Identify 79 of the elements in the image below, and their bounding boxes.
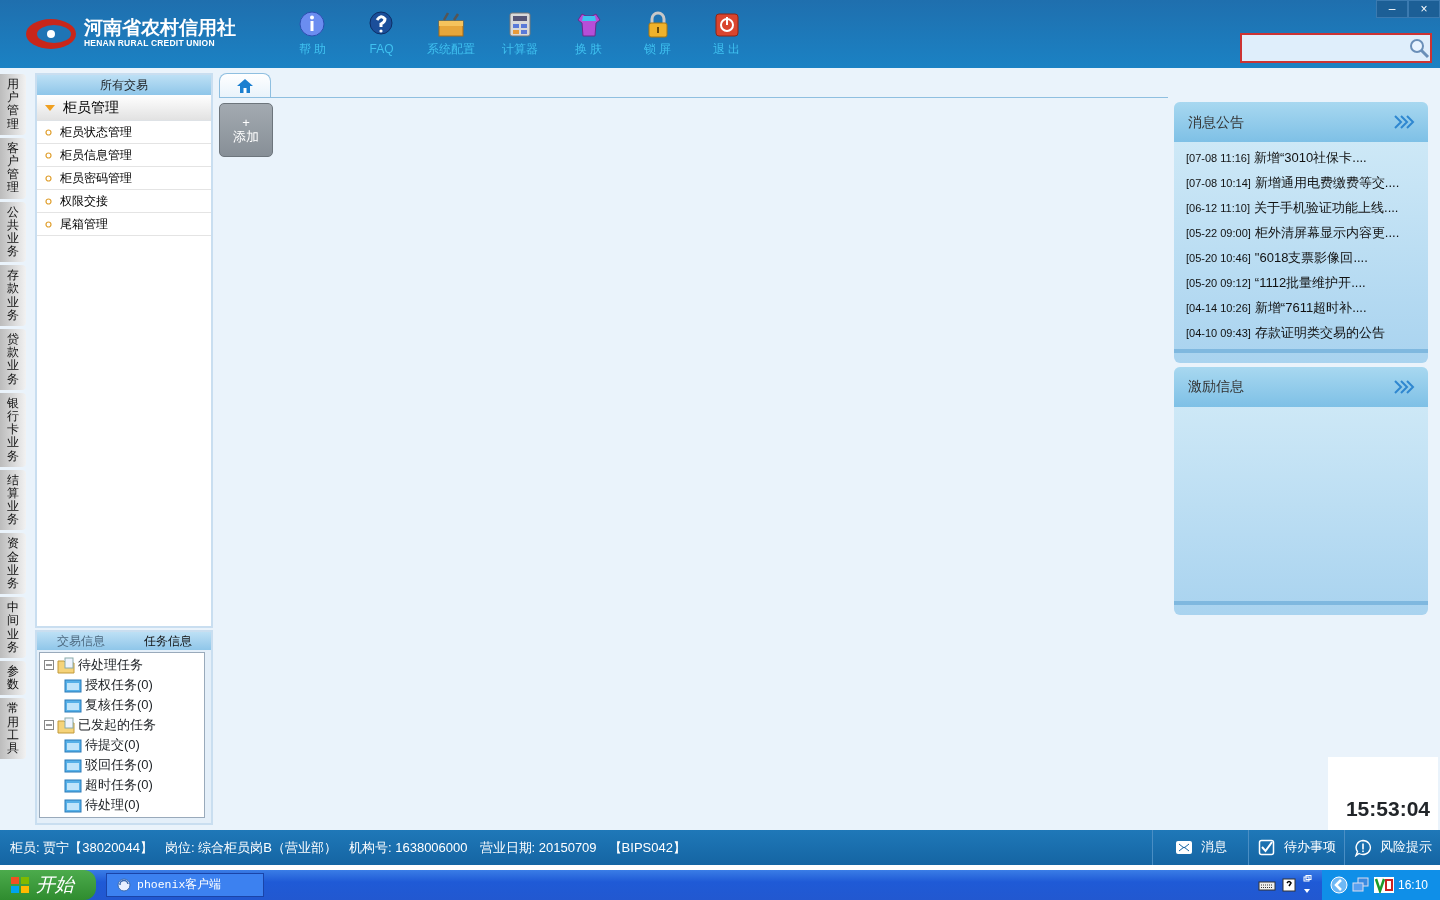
notice-link[interactable]: [05-22 09:00] 柜外清屏幕显示内容更.... [1174, 220, 1428, 246]
notice-link[interactable]: [04-14 10:26] 新增“7611超时补.... [1174, 295, 1428, 321]
tree-node[interactable]: 超时任务(0) [85, 775, 153, 795]
notice-link[interactable]: [07-08 10:14] 新增通用电费缴费等交.... [1174, 170, 1428, 196]
home-icon [236, 77, 254, 94]
side-tab[interactable]: 资金业务 [0, 533, 26, 595]
folder-icon [64, 696, 82, 714]
home-tab[interactable] [219, 73, 271, 97]
notice-link[interactable]: [04-10 09:43] 存款证明类交易的公告 [1174, 320, 1428, 346]
logo-emblem-icon [24, 17, 78, 51]
chevrons-icon [1394, 379, 1416, 394]
windows-flag-icon [10, 876, 30, 894]
menu-group[interactable]: 柜员管理 [37, 95, 211, 121]
folder-icon [64, 756, 82, 774]
logo-subtitle: HENAN RURAL CREDIT UNION [84, 37, 216, 50]
logo-title: 河南省农村信用社 [84, 18, 236, 38]
folder-icon [64, 736, 82, 754]
close-button[interactable]: × [1408, 0, 1440, 18]
tree-node[interactable]: 待处理(0) [85, 795, 140, 815]
folder-icon [64, 796, 82, 814]
folder-icon [64, 676, 82, 694]
side-tab[interactable]: 客户管理 [0, 137, 26, 199]
info-icon [297, 10, 328, 40]
side-tab[interactable]: 参数 [0, 660, 26, 696]
envelope-icon [1174, 838, 1193, 857]
bullet-icon [45, 151, 52, 159]
panel-title: 消息公告 [1188, 112, 1244, 132]
tree-node[interactable]: 驳回任务(0) [85, 755, 153, 775]
status-text: 岗位: 综合柜员岗B（营业部） [165, 838, 337, 857]
side-tab[interactable]: 贷款业务 [0, 329, 26, 390]
tree-node[interactable]: 已发起的任务 [78, 715, 156, 735]
tray-clock: 16:10 [1397, 877, 1428, 894]
status-text: 营业日期: 20150709 [479, 838, 597, 857]
tree-node[interactable]: 授权任务(0) [85, 675, 153, 695]
bullet-icon [45, 174, 52, 182]
folder-icon [64, 776, 82, 794]
bullet-icon [45, 128, 52, 136]
tree-node[interactable]: 待处理任务 [78, 655, 143, 675]
start-button[interactable]: 开始 [0, 870, 96, 900]
tab[interactable]: 任务信息 [124, 632, 211, 650]
taskbar-item[interactable]: phoenix客户端 [106, 873, 264, 897]
search-field[interactable] [1240, 33, 1432, 63]
bullet-icon [45, 220, 52, 228]
side-tab[interactable]: 银行卡业务 [0, 392, 26, 467]
folder-icon [57, 656, 75, 674]
chevrons-icon [1394, 115, 1416, 129]
globe-icon [117, 878, 131, 892]
notice-link[interactable]: [05-20 10:46] "6018支票影像回.... [1174, 245, 1428, 271]
tree-node[interactable]: 待提交(0) [85, 735, 140, 755]
panel-header: 所有交易 [37, 75, 211, 95]
toolbox-icon [435, 10, 466, 40]
antivirus-icon [1373, 877, 1394, 893]
language-bar-icon [1301, 875, 1312, 895]
side-tab[interactable]: 公共业务 [0, 201, 26, 263]
status-text: 机构号: 1638006000 [349, 838, 468, 857]
notice-link[interactable]: [06-12 11:10] 关于手机验证功能上线.... [1174, 195, 1428, 221]
network-icon [1351, 877, 1370, 893]
notice-link[interactable]: [07-08 11:16] 新增“3010社保卡.... [1174, 145, 1428, 171]
chevron-left-icon [1329, 876, 1348, 894]
side-tab[interactable]: 用户管理 [0, 74, 26, 135]
side-tab[interactable]: 中间业务 [0, 597, 26, 658]
clock: 15:53:04 [1327, 756, 1438, 830]
speech-bubble-icon [1353, 838, 1372, 857]
side-tab[interactable]: 常用工具 [0, 698, 26, 760]
side-tab[interactable]: 结算业务 [0, 469, 26, 531]
status-text: 柜员: 贾宁【38020044】 [10, 838, 154, 857]
tab[interactable]: 交易信息 [37, 632, 124, 650]
tree-node[interactable]: 复核任务(0) [85, 695, 153, 715]
notice-link[interactable]: [05-20 09:12] “1112批量维护开.... [1174, 270, 1428, 296]
bullet-icon [45, 197, 52, 205]
search-icon [1408, 37, 1430, 59]
side-tab[interactable]: 存款业务 [0, 265, 26, 326]
panel-title: 激励信息 [1188, 377, 1244, 396]
status-text: 【BIPS042】 [608, 838, 686, 857]
keyboard-icon [1257, 879, 1276, 891]
minimize-button[interactable]: – [1376, 0, 1408, 18]
help-icon [1281, 878, 1296, 892]
folder-icon [57, 716, 75, 734]
checkbox-icon [1257, 838, 1276, 857]
